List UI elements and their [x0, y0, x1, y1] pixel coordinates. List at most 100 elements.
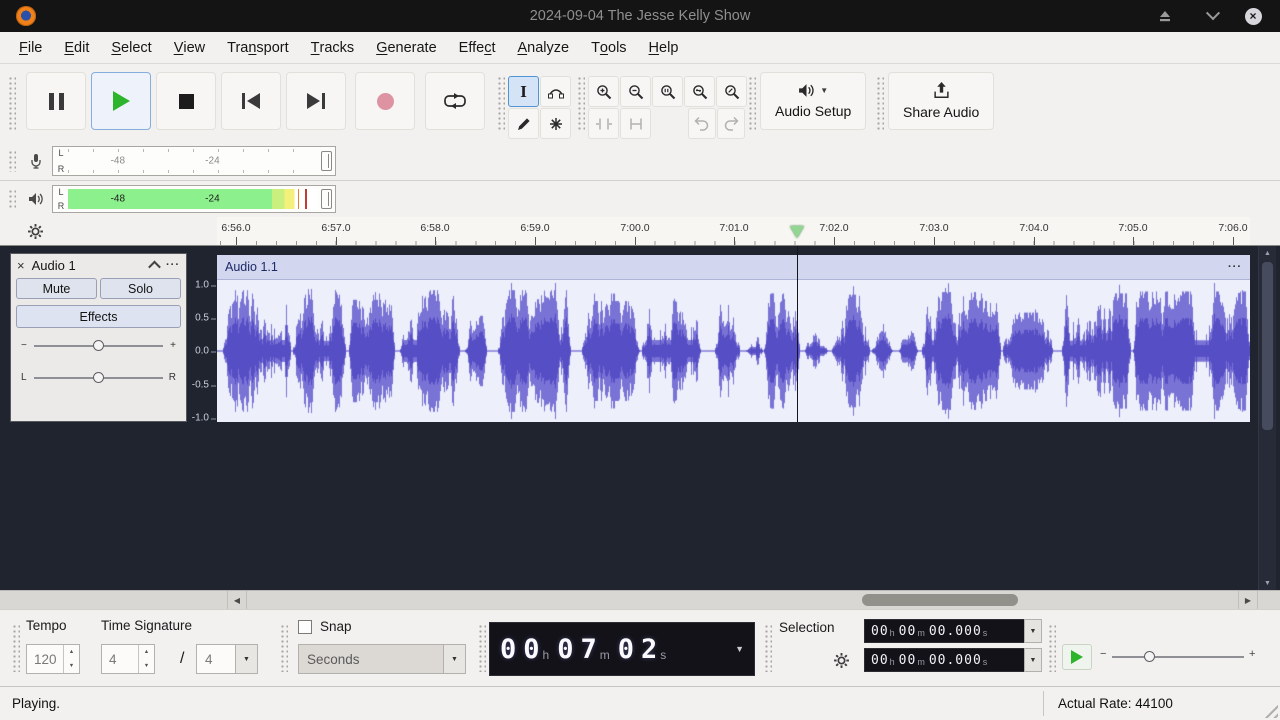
pan-slider[interactable]: L R	[21, 368, 176, 392]
track-menu-icon[interactable]: ···	[166, 259, 180, 271]
spin-up-icon[interactable]: ▲	[139, 645, 154, 659]
vertical-scrollbar[interactable]: ▲ ▼	[1258, 246, 1276, 590]
horizontal-scrollbar[interactable]: ◀ ▶	[0, 590, 1280, 609]
selection-tool-button[interactable]: I	[508, 76, 539, 107]
menu-effect[interactable]: Effe c t	[448, 32, 507, 63]
title-bar[interactable]: 2024-09-04 The Jesse Kelly Show ×	[0, 0, 1280, 32]
time-format-caret-icon[interactable]: ▼	[735, 644, 744, 654]
solo-button[interactable]: Solo	[100, 278, 181, 299]
selection-toolbar-grip[interactable]	[764, 624, 772, 672]
transport-toolbar-grip[interactable]	[8, 76, 16, 130]
dropdown-caret-icon[interactable]: ▼	[1024, 648, 1042, 672]
playback-speed-slider[interactable]	[1112, 656, 1244, 658]
edit-toolbar-grip[interactable]	[577, 76, 585, 130]
spin-up-icon[interactable]: ▲	[64, 645, 79, 659]
audio-position-display[interactable]: 00 h 07 m 02 s ▼	[489, 622, 755, 676]
multi-tool-button[interactable]	[540, 108, 571, 139]
share-toolbar-grip[interactable]	[876, 76, 884, 130]
timeline-options-gear-icon[interactable]	[27, 223, 44, 240]
snap-toolbar-grip[interactable]	[280, 624, 288, 672]
record-button[interactable]	[355, 72, 415, 130]
effects-button[interactable]: Effects	[16, 305, 181, 328]
scroll-right-icon[interactable]: ▶	[1238, 591, 1258, 609]
clip-header[interactable]: Audio 1.1 ···	[217, 255, 1250, 280]
draw-tool-button[interactable]	[508, 108, 539, 139]
track-area[interactable]: × Audio 1 ··· Mute Solo Effects − + L R	[0, 246, 1280, 590]
selection-end-field[interactable]: 00 h 00 m 00.000 s ▼	[864, 648, 1042, 672]
dropdown-caret-icon[interactable]: ▼	[235, 645, 257, 673]
vertical-scrollbar-thumb[interactable]	[1262, 262, 1273, 430]
timeline-scale[interactable]: 6:56.0 6:57.0 6:58.0 6:59.0 7:00.0 7:01.…	[217, 217, 1250, 245]
menu-transport[interactable]: Tra n sport	[216, 32, 300, 63]
minimize-button[interactable]	[1198, 0, 1228, 32]
collapse-track-icon[interactable]	[148, 260, 161, 273]
dropdown-caret-icon[interactable]: ▼	[443, 645, 465, 673]
loop-button[interactable]	[425, 72, 485, 130]
waveform-canvas[interactable]	[217, 280, 1250, 422]
timesig-lower-dropdown[interactable]: 4 ▼	[196, 644, 258, 674]
playback-meter[interactable]: L R -48 -24	[52, 185, 336, 213]
recording-meter[interactable]: L R -48 -24	[52, 146, 336, 176]
menu-select[interactable]: Select	[100, 32, 162, 63]
tools-toolbar-grip[interactable]	[497, 76, 505, 130]
selection-options-gear-icon[interactable]	[833, 652, 850, 669]
recording-meter-grip[interactable]	[8, 150, 16, 172]
spin-down-icon[interactable]: ▼	[64, 659, 79, 673]
close-track-icon[interactable]: ×	[17, 259, 25, 272]
play-at-speed-grip[interactable]	[1048, 624, 1056, 672]
playback-speed-thumb[interactable]	[1144, 651, 1155, 662]
mute-button[interactable]: Mute	[16, 278, 97, 299]
play-at-speed-button[interactable]	[1062, 644, 1092, 670]
clip-waveform-area[interactable]	[217, 280, 1250, 422]
spin-down-icon[interactable]: ▼	[139, 659, 154, 673]
skip-to-start-button[interactable]	[221, 72, 281, 130]
timesig-upper-spinner[interactable]: 4 ▲ ▼	[101, 644, 155, 674]
gain-slider-thumb[interactable]	[92, 340, 104, 351]
timedisplay-grip[interactable]	[478, 624, 486, 672]
pan-slider-thumb[interactable]	[92, 372, 104, 383]
time-toolbar-grip[interactable]	[12, 624, 20, 672]
playhead-triangle[interactable]	[790, 226, 804, 238]
redo-button[interactable]	[717, 108, 745, 139]
trim-audio-button[interactable]	[588, 108, 619, 139]
play-button[interactable]	[91, 72, 151, 130]
track-name[interactable]: Audio 1	[32, 258, 143, 273]
scroll-up-icon[interactable]: ▲	[1259, 246, 1276, 260]
skip-to-end-button[interactable]	[286, 72, 346, 130]
menu-generate[interactable]: Generate	[365, 32, 447, 63]
selection-start-field[interactable]: 00 h 00 m 00.000 s ▼	[864, 619, 1042, 643]
snap-mode-dropdown[interactable]: Seconds ▼	[298, 644, 466, 674]
menu-file[interactable]: File	[8, 32, 53, 63]
stop-button[interactable]	[156, 72, 216, 130]
silence-audio-button[interactable]	[620, 108, 651, 139]
playback-meter-grip[interactable]	[8, 189, 16, 209]
zoom-selection-button[interactable]	[652, 76, 683, 107]
scroll-left-icon[interactable]: ◀	[227, 591, 247, 609]
zoom-toggle-button[interactable]	[716, 76, 747, 107]
tempo-spinner[interactable]: 120 ▲ ▼	[26, 644, 80, 674]
menu-edit[interactable]: Edit	[53, 32, 100, 63]
menu-help[interactable]: Help	[638, 32, 690, 63]
gain-slider[interactable]: − +	[21, 336, 176, 360]
snap-checkbox[interactable]	[298, 620, 312, 634]
scroll-down-icon[interactable]: ▼	[1259, 576, 1276, 590]
eject-button[interactable]	[1150, 0, 1180, 32]
vertical-scale-ruler[interactable]: 1.0 0.5 0.0 -0.5 -1.0	[187, 280, 217, 424]
envelope-tool-button[interactable]	[540, 76, 571, 107]
menu-analyze[interactable]: Analyze	[506, 32, 580, 63]
audio-setup-button[interactable]: ▼ Audio Setup	[760, 72, 867, 130]
horizontal-scrollbar-thumb[interactable]	[862, 594, 1018, 606]
undo-button[interactable]	[688, 108, 716, 139]
clip-menu-icon[interactable]: ···	[1228, 261, 1242, 273]
zoom-in-button[interactable]	[588, 76, 619, 107]
pause-button[interactable]	[26, 72, 86, 130]
share-audio-button[interactable]: Share Audio	[888, 72, 995, 130]
dropdown-caret-icon[interactable]: ▼	[1024, 619, 1042, 643]
zoom-project-button[interactable]	[684, 76, 715, 107]
zoom-out-button[interactable]	[620, 76, 651, 107]
window-resize-grip[interactable]	[1263, 703, 1278, 718]
menu-tools[interactable]: To ols	[580, 32, 637, 63]
menu-tracks[interactable]: Tracks	[300, 32, 366, 63]
menu-view[interactable]: View	[163, 32, 216, 63]
audio-setup-toolbar-grip[interactable]	[748, 76, 756, 130]
